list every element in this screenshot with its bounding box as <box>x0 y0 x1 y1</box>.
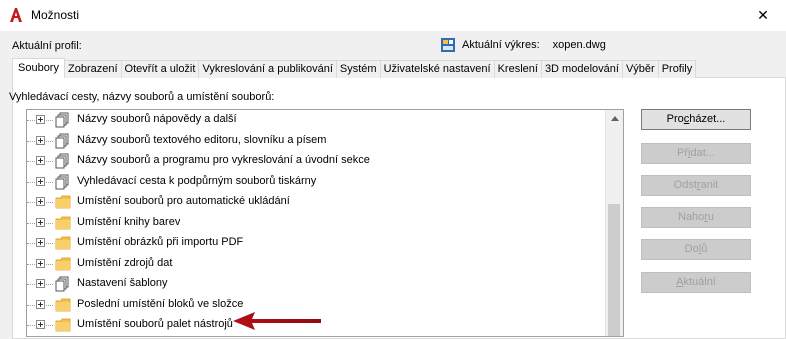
remove-button[interactable]: Odstranit <box>641 175 751 196</box>
close-button[interactable]: ✕ <box>740 0 786 31</box>
title-bar: Možnosti ✕ <box>0 0 786 31</box>
expand-plus-icon[interactable] <box>36 217 45 227</box>
tree-item-label: Umístění zdrojů dat <box>77 256 173 269</box>
files-icon <box>55 174 69 189</box>
annotation-arrow-icon <box>233 312 321 330</box>
folder-icon <box>55 318 71 332</box>
file-paths-tree[interactable]: Názvy souborů nápovědy a další Názvy soub… <box>26 109 624 337</box>
expand-plus-icon[interactable] <box>36 176 45 186</box>
tree-item[interactable]: Vyhledávací cesta k podpůrným souborů ti… <box>27 172 605 192</box>
set-current-button[interactable]: Aktuální <box>641 272 751 293</box>
move-down-button[interactable]: Dolů <box>641 239 751 260</box>
tree-item-label: Umístění obrázků při importu PDF <box>77 236 244 248</box>
expand-plus-icon[interactable] <box>36 299 45 309</box>
files-icon <box>55 276 69 292</box>
tree-item-label: Názvy souborů textového editoru, slovník… <box>77 133 327 146</box>
tree-item[interactable]: Názvy souborů a programu pro vykreslován… <box>27 151 605 171</box>
tree-item[interactable]: Názvy souborů nápovědy a další <box>27 110 605 130</box>
tree-item-label: Názvy souborů nápovědy a další <box>77 113 237 125</box>
tab-otevrit-a-ulozit[interactable]: Otevřít a uložit <box>120 60 200 78</box>
tree-item[interactable]: Nastavení šablony <box>27 274 605 294</box>
browse-button[interactable]: Procházet... <box>641 109 751 130</box>
tree-item[interactable]: Umístění knihy barev <box>27 213 605 233</box>
tab-system[interactable]: Systém <box>335 60 381 78</box>
tab-strip: Soubory Zobrazení Otevřít a uložit Vykre… <box>12 58 697 78</box>
tab-vyber[interactable]: Výběr <box>621 60 659 78</box>
current-drawing: Aktuální výkres: xopen.dwg <box>440 37 606 53</box>
add-button[interactable]: Přidat... <box>641 143 751 164</box>
expand-plus-icon[interactable] <box>36 238 45 247</box>
tree-item-label: Poslední umístění bloků ve složce <box>77 297 244 310</box>
expand-plus-icon[interactable] <box>36 279 45 288</box>
folder-icon <box>55 257 71 270</box>
tab-kresleni[interactable]: Kreslení <box>493 60 542 78</box>
vertical-scrollbar[interactable] <box>605 110 623 336</box>
tab-uzivatelske-nastaveni[interactable]: Uživatelské nastavení <box>379 60 495 78</box>
move-up-button[interactable]: Nahoru <box>641 207 751 228</box>
tree-item-label: Názvy souborů a programu pro vykreslován… <box>77 154 370 166</box>
close-icon: ✕ <box>757 7 769 23</box>
expand-plus-icon[interactable] <box>36 258 45 268</box>
drawing-file-icon <box>441 38 455 52</box>
window-title: Možnosti <box>31 8 80 22</box>
folder-icon <box>55 216 71 229</box>
files-icon <box>55 153 69 169</box>
tree-item[interactable]: Umístění zdrojů dat <box>27 254 605 274</box>
paths-label: Vyhledávací cesty, názvy souborů a umíst… <box>9 91 275 103</box>
folder-icon <box>55 236 71 250</box>
folder-icon <box>55 298 71 311</box>
tab-vykreslovani[interactable]: Vykreslování a publikování <box>198 60 337 78</box>
current-drawing-value: xopen.dwg <box>552 39 606 51</box>
expand-plus-icon[interactable] <box>36 156 45 165</box>
tab-3d-modelovani[interactable]: 3D modelování <box>540 60 623 78</box>
tree-item-label: Umístění souborů palet nástrojů <box>77 318 233 330</box>
tree-item[interactable]: Umístění souborů pro automatické ukládán… <box>27 192 605 212</box>
current-profile-label: Aktuální profil: <box>12 40 82 52</box>
tab-soubory[interactable]: Soubory <box>12 58 65 78</box>
files-icon <box>55 112 69 128</box>
autocad-logo-icon <box>10 8 22 22</box>
current-drawing-label: Aktuální výkres: <box>462 39 540 51</box>
expand-plus-icon[interactable] <box>36 320 45 329</box>
tab-zobrazeni[interactable]: Zobrazení <box>63 60 122 78</box>
scroll-thumb[interactable] <box>608 204 620 336</box>
expand-plus-icon[interactable] <box>36 135 45 145</box>
files-icon <box>55 133 69 148</box>
tab-profily[interactable]: Profily <box>657 60 697 78</box>
tree-item-label: Vyhledávací cesta k podpůrným souborů ti… <box>77 174 317 187</box>
tree-item[interactable]: Názvy souborů textového editoru, slovník… <box>27 131 605 151</box>
expand-plus-icon[interactable] <box>36 197 45 206</box>
tree-item[interactable]: Umístění obrázků při importu PDF <box>27 233 605 253</box>
folder-icon <box>55 195 71 209</box>
tree-item-label: Nastavení šablony <box>77 277 168 289</box>
tree-item-label: Umístění souborů pro automatické ukládán… <box>77 195 290 207</box>
scroll-up-arrow-icon[interactable] <box>606 110 623 127</box>
expand-plus-icon[interactable] <box>36 115 45 124</box>
tree-item-label: Umístění knihy barev <box>77 215 181 228</box>
